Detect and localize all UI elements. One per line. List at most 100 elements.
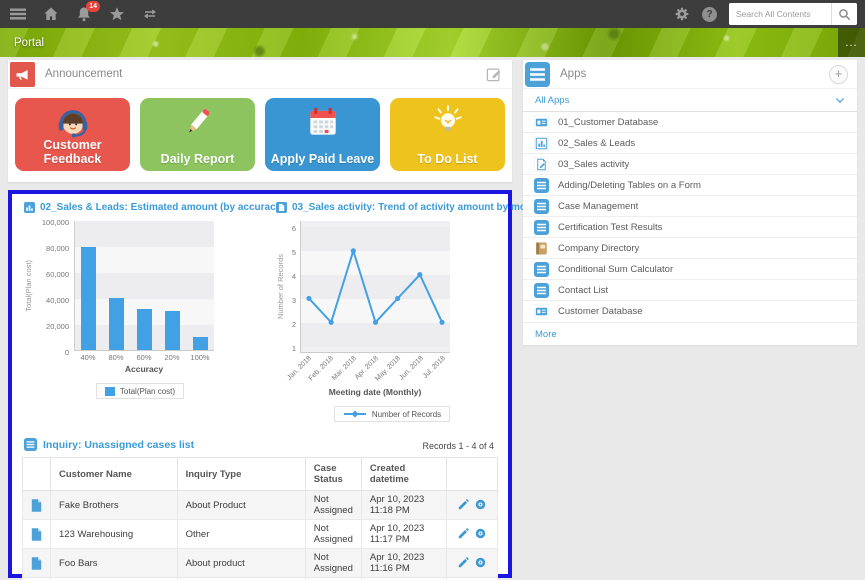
pinned-widgets-region: 02_Sales & Leads: Estimated amount (by a… — [8, 190, 512, 578]
app-list-icon — [534, 199, 549, 214]
line-chart-widget: 03_Sales activity: Trend of activity amo… — [274, 200, 510, 422]
cell-created-datetime: Apr 10, 2023 11:18 PM — [361, 491, 446, 520]
quick-button-to-do-list[interactable]: To Do List — [390, 98, 505, 171]
cell-created-datetime: Apr 10, 2023 11:17 PM — [361, 520, 446, 549]
star-icon[interactable] — [109, 6, 125, 22]
table-row: Fake BrothersAbout ProductNot AssignedAp… — [23, 491, 498, 520]
record-actions-cell — [446, 491, 497, 520]
app-list-item[interactable]: 01_Customer Database — [523, 112, 857, 133]
apps-filter-dropdown[interactable]: All Apps — [523, 89, 857, 112]
app-list-item[interactable]: Adding/Deleting Tables on a Form — [523, 175, 857, 196]
add-app-button[interactable]: + — [829, 65, 848, 84]
banner-options-button[interactable]: ... — [838, 28, 865, 57]
search-button[interactable] — [831, 3, 857, 25]
search-input[interactable] — [729, 3, 831, 25]
cell-inquiry-type: Other — [177, 520, 305, 549]
book-icon — [534, 241, 549, 256]
remove-record-icon[interactable] — [472, 500, 489, 511]
cell-case-status: Not Assigned — [305, 491, 361, 520]
quick-button-daily-report[interactable]: Daily Report — [140, 98, 255, 171]
cell-created-datetime: Apr 10, 2023 11:16 PM — [361, 549, 446, 578]
bar-chart-app-icon — [24, 202, 35, 213]
megaphone-icon — [10, 62, 35, 87]
apps-panel-icon — [525, 62, 550, 87]
app-list-item[interactable]: 03_Sales activity — [523, 154, 857, 175]
app-item-label: Company Directory — [558, 243, 639, 254]
edit-announcement-icon[interactable] — [486, 66, 502, 82]
bar-chart-plot-row: Total(Plan cost) 100,00080,00060,00040,0… — [22, 221, 258, 351]
page-title: Portal — [14, 37, 44, 49]
more-apps-link[interactable]: More — [535, 329, 557, 340]
table-row: Foo BarsAbout productNot AssignedApr 10,… — [23, 549, 498, 578]
bar-80% — [109, 298, 124, 350]
line-chart-yticks: 654321 — [286, 221, 300, 353]
bar-ytick: 100,000 — [42, 218, 69, 227]
quick-button-apply-paid-leave[interactable]: Apply Paid Leave — [265, 98, 380, 171]
bar-chart-title-link[interactable]: 02_Sales & Leads: Estimated amount (by a… — [24, 202, 258, 213]
app-list-item[interactable]: Case Management — [523, 196, 857, 217]
announcement-header: Announcement — [8, 60, 512, 89]
column-record-icon — [23, 458, 51, 491]
quick-buttons: Customer FeedbackDaily Report Apply Paid … — [8, 89, 512, 171]
record-file-icon[interactable] — [31, 558, 42, 569]
bar-20% — [165, 311, 180, 350]
bar-xtick: 60% — [130, 353, 158, 362]
inquiry-app-icon — [24, 438, 37, 451]
record-file-icon[interactable] — [31, 529, 42, 540]
app-list-item[interactable]: Conditional Sum Calculator — [523, 259, 857, 280]
app-list-item[interactable]: Contact List — [523, 280, 857, 301]
quick-button-label: Apply Paid Leave — [271, 152, 375, 166]
line-series — [301, 221, 450, 352]
edit-record-icon[interactable] — [455, 529, 472, 540]
column-header: Customer Name — [51, 458, 178, 491]
app-item-label: 02_Sales & Leads — [558, 138, 635, 149]
edit-record-icon[interactable] — [455, 500, 472, 511]
line-chart-xticks: Jan. 2018Feb. 2018Mar. 2018Apr. 2018May.… — [300, 353, 450, 385]
inquiry-title-link[interactable]: Inquiry: Unassigned cases list — [24, 438, 194, 451]
gear-icon[interactable] — [674, 6, 690, 22]
app-list-item[interactable]: Company Directory — [523, 238, 857, 259]
notifications-bell-icon[interactable]: 14 — [76, 6, 92, 22]
remove-record-icon[interactable] — [472, 558, 489, 569]
column-header: Created datetime — [361, 458, 446, 491]
contact-card-icon — [534, 115, 549, 130]
toolbar-left-icons: 14 — [10, 6, 158, 22]
bar-chart-xticks: 40%80%60%20%100% — [74, 353, 214, 362]
sync-icon[interactable] — [142, 6, 158, 22]
app-item-label: 01_Customer Database — [558, 117, 658, 128]
record-file-icon[interactable] — [31, 500, 42, 511]
app-list-item[interactable]: Certification Test Results — [523, 217, 857, 238]
record-actions-cell — [446, 549, 497, 578]
remove-record-icon[interactable] — [472, 529, 489, 540]
app-item-label: Case Management — [558, 201, 638, 212]
bar-chart-legend: Total(Plan cost) — [96, 383, 184, 399]
apps-header: Apps + — [523, 60, 857, 89]
app-list-item[interactable]: 02_Sales & Leads — [523, 133, 857, 154]
legend-swatch — [105, 387, 115, 396]
edit-record-icon[interactable] — [455, 558, 472, 569]
help-icon[interactable]: ? — [702, 7, 717, 22]
line-chart-title-link[interactable]: 03_Sales activity: Trend of activity amo… — [276, 202, 510, 213]
legend-line-sample — [343, 410, 367, 418]
inquiry-table: Customer NameInquiry TypeCase StatusCrea… — [22, 457, 498, 580]
app-list-item[interactable]: Customer Database — [523, 301, 857, 322]
bar-100% — [193, 337, 208, 350]
home-icon[interactable] — [43, 6, 59, 22]
app-item-label: 03_Sales activity — [558, 159, 629, 170]
app-list-icon — [534, 220, 549, 235]
data-point — [417, 272, 422, 277]
notification-badge: 14 — [86, 1, 100, 12]
legend-label: Total(Plan cost) — [120, 387, 175, 396]
bar-chart-ylabel: Total(Plan cost) — [24, 260, 33, 312]
calendar-icon — [304, 103, 342, 141]
records-count: Records 1 - 4 of 4 — [422, 441, 494, 451]
chart-doc-icon — [534, 136, 549, 151]
bar-chart-title: 02_Sales & Leads: Estimated amount (by a… — [40, 202, 285, 213]
headset-icon — [54, 103, 92, 141]
announcement-title: Announcement — [45, 68, 122, 80]
record-file-cell — [23, 549, 51, 578]
bar-ytick: 80,000 — [46, 244, 69, 253]
line-ytick: 1 — [292, 344, 296, 353]
quick-button-customer-feedback[interactable]: Customer Feedback — [15, 98, 130, 171]
hamburger-menu-icon[interactable] — [10, 6, 26, 22]
